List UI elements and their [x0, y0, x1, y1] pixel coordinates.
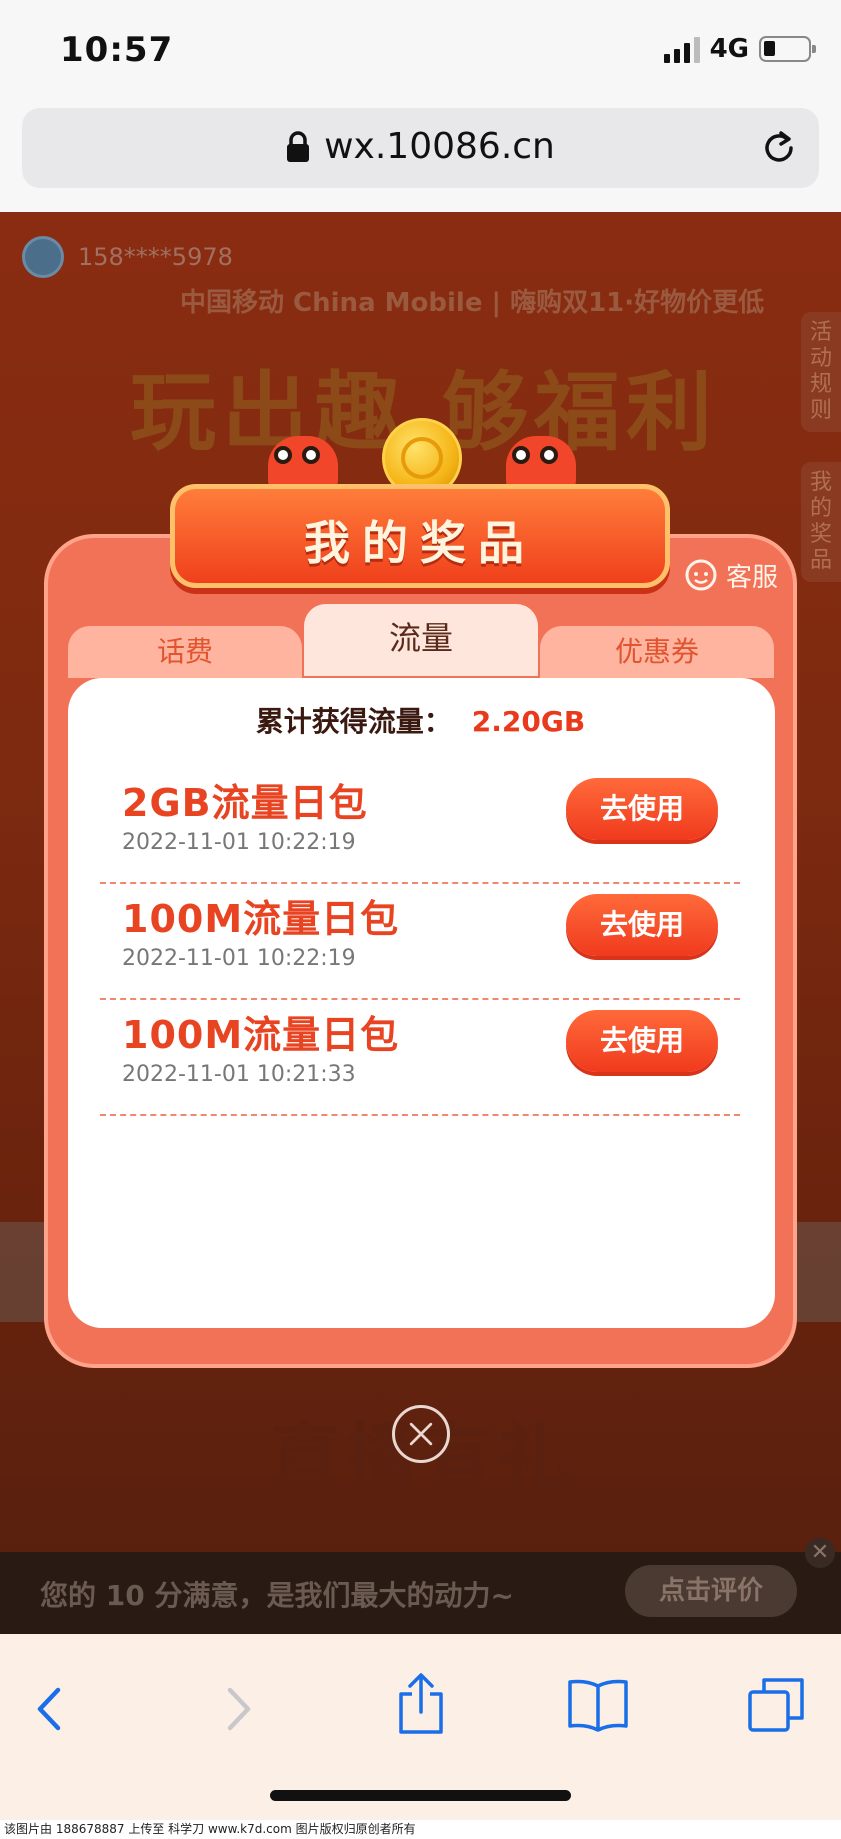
total-data-summary: 累计获得流量： 2.20GB — [0, 700, 841, 740]
use-button[interactable]: 去使用 — [566, 778, 718, 840]
prize-date: 2022-11-01 10:22:19 — [122, 946, 356, 971]
share-icon[interactable] — [396, 1672, 446, 1736]
customer-service-button[interactable]: 客服 — [682, 556, 778, 594]
prize-item: 100M流量日包 2022-11-01 10:21:33 去使用 — [100, 1000, 740, 1116]
tabs-icon[interactable] — [746, 1674, 808, 1736]
rating-bar: 您的 10 分满意，是我们最大的动力~ 点击评价 ✕ — [0, 1538, 841, 1634]
back-icon[interactable] — [30, 1684, 70, 1734]
headset-icon — [685, 559, 717, 591]
prize-date: 2022-11-01 10:22:19 — [122, 830, 356, 855]
activity-rules-tab[interactable]: 活动规则 — [801, 312, 841, 432]
close-modal-icon[interactable] — [392, 1405, 450, 1463]
tab-phone-credit[interactable]: 话费 — [68, 626, 302, 678]
brand-banner: 中国移动 China Mobile | 嗨购双11·好物价更低 — [180, 288, 765, 318]
use-button[interactable]: 去使用 — [566, 894, 718, 956]
modal-title-plate: 我的奖品 — [170, 484, 670, 588]
signal-icon — [663, 35, 700, 63]
network-type: 4G — [709, 34, 749, 64]
battery-icon — [759, 36, 816, 62]
prize-title: 100M流量日包 — [122, 897, 400, 941]
rating-close-icon[interactable]: ✕ — [805, 1538, 835, 1568]
service-label: 客服 — [726, 562, 779, 593]
home-indicator — [270, 1790, 571, 1801]
prize-title: 2GB流量日包 — [122, 781, 368, 825]
url-text: wx.10086.cn — [324, 126, 555, 167]
address-bar[interactable]: wx.10086.cn — [22, 108, 819, 188]
prize-item: 2GB流量日包 2022-11-01 10:22:19 去使用 — [100, 768, 740, 884]
prize-item: 100M流量日包 2022-11-01 10:22:19 去使用 — [100, 884, 740, 1000]
total-value: 2.20GB — [471, 705, 586, 738]
watermark: 该图片由 188678887 上传至 科学刀 www.k7d.com 图片版权归… — [0, 1820, 841, 1839]
status-indicators: 4G — [663, 34, 816, 64]
my-prizes-tab[interactable]: 我的奖品 — [801, 462, 841, 582]
prize-title: 100M流量日包 — [122, 1013, 400, 1057]
tab-coupons[interactable]: 优惠券 — [540, 626, 774, 678]
phone-number: 158****5978 — [78, 243, 233, 271]
status-time: 10:57 — [60, 30, 174, 70]
reload-icon[interactable] — [759, 128, 799, 168]
lock-icon — [287, 130, 310, 162]
forward-icon[interactable] — [218, 1684, 258, 1734]
rating-text: 您的 10 分满意，是我们最大的动力~ — [40, 1579, 514, 1612]
china-mobile-logo — [22, 236, 64, 278]
rate-button[interactable]: 点击评价 — [624, 1565, 797, 1617]
bookmarks-icon[interactable] — [566, 1678, 630, 1732]
modal-title: 我的奖品 — [304, 516, 536, 570]
divider — [100, 1114, 740, 1116]
prize-date: 2022-11-01 10:21:33 — [122, 1062, 356, 1087]
total-label: 累计获得流量： — [255, 705, 452, 738]
browser-chrome: wx.10086.cn — [0, 100, 841, 212]
use-button[interactable]: 去使用 — [566, 1010, 718, 1072]
user-info: 158****5978 — [22, 236, 233, 278]
tab-data[interactable]: 流量 — [304, 604, 538, 676]
status-bar: 10:57 4G — [0, 0, 841, 100]
